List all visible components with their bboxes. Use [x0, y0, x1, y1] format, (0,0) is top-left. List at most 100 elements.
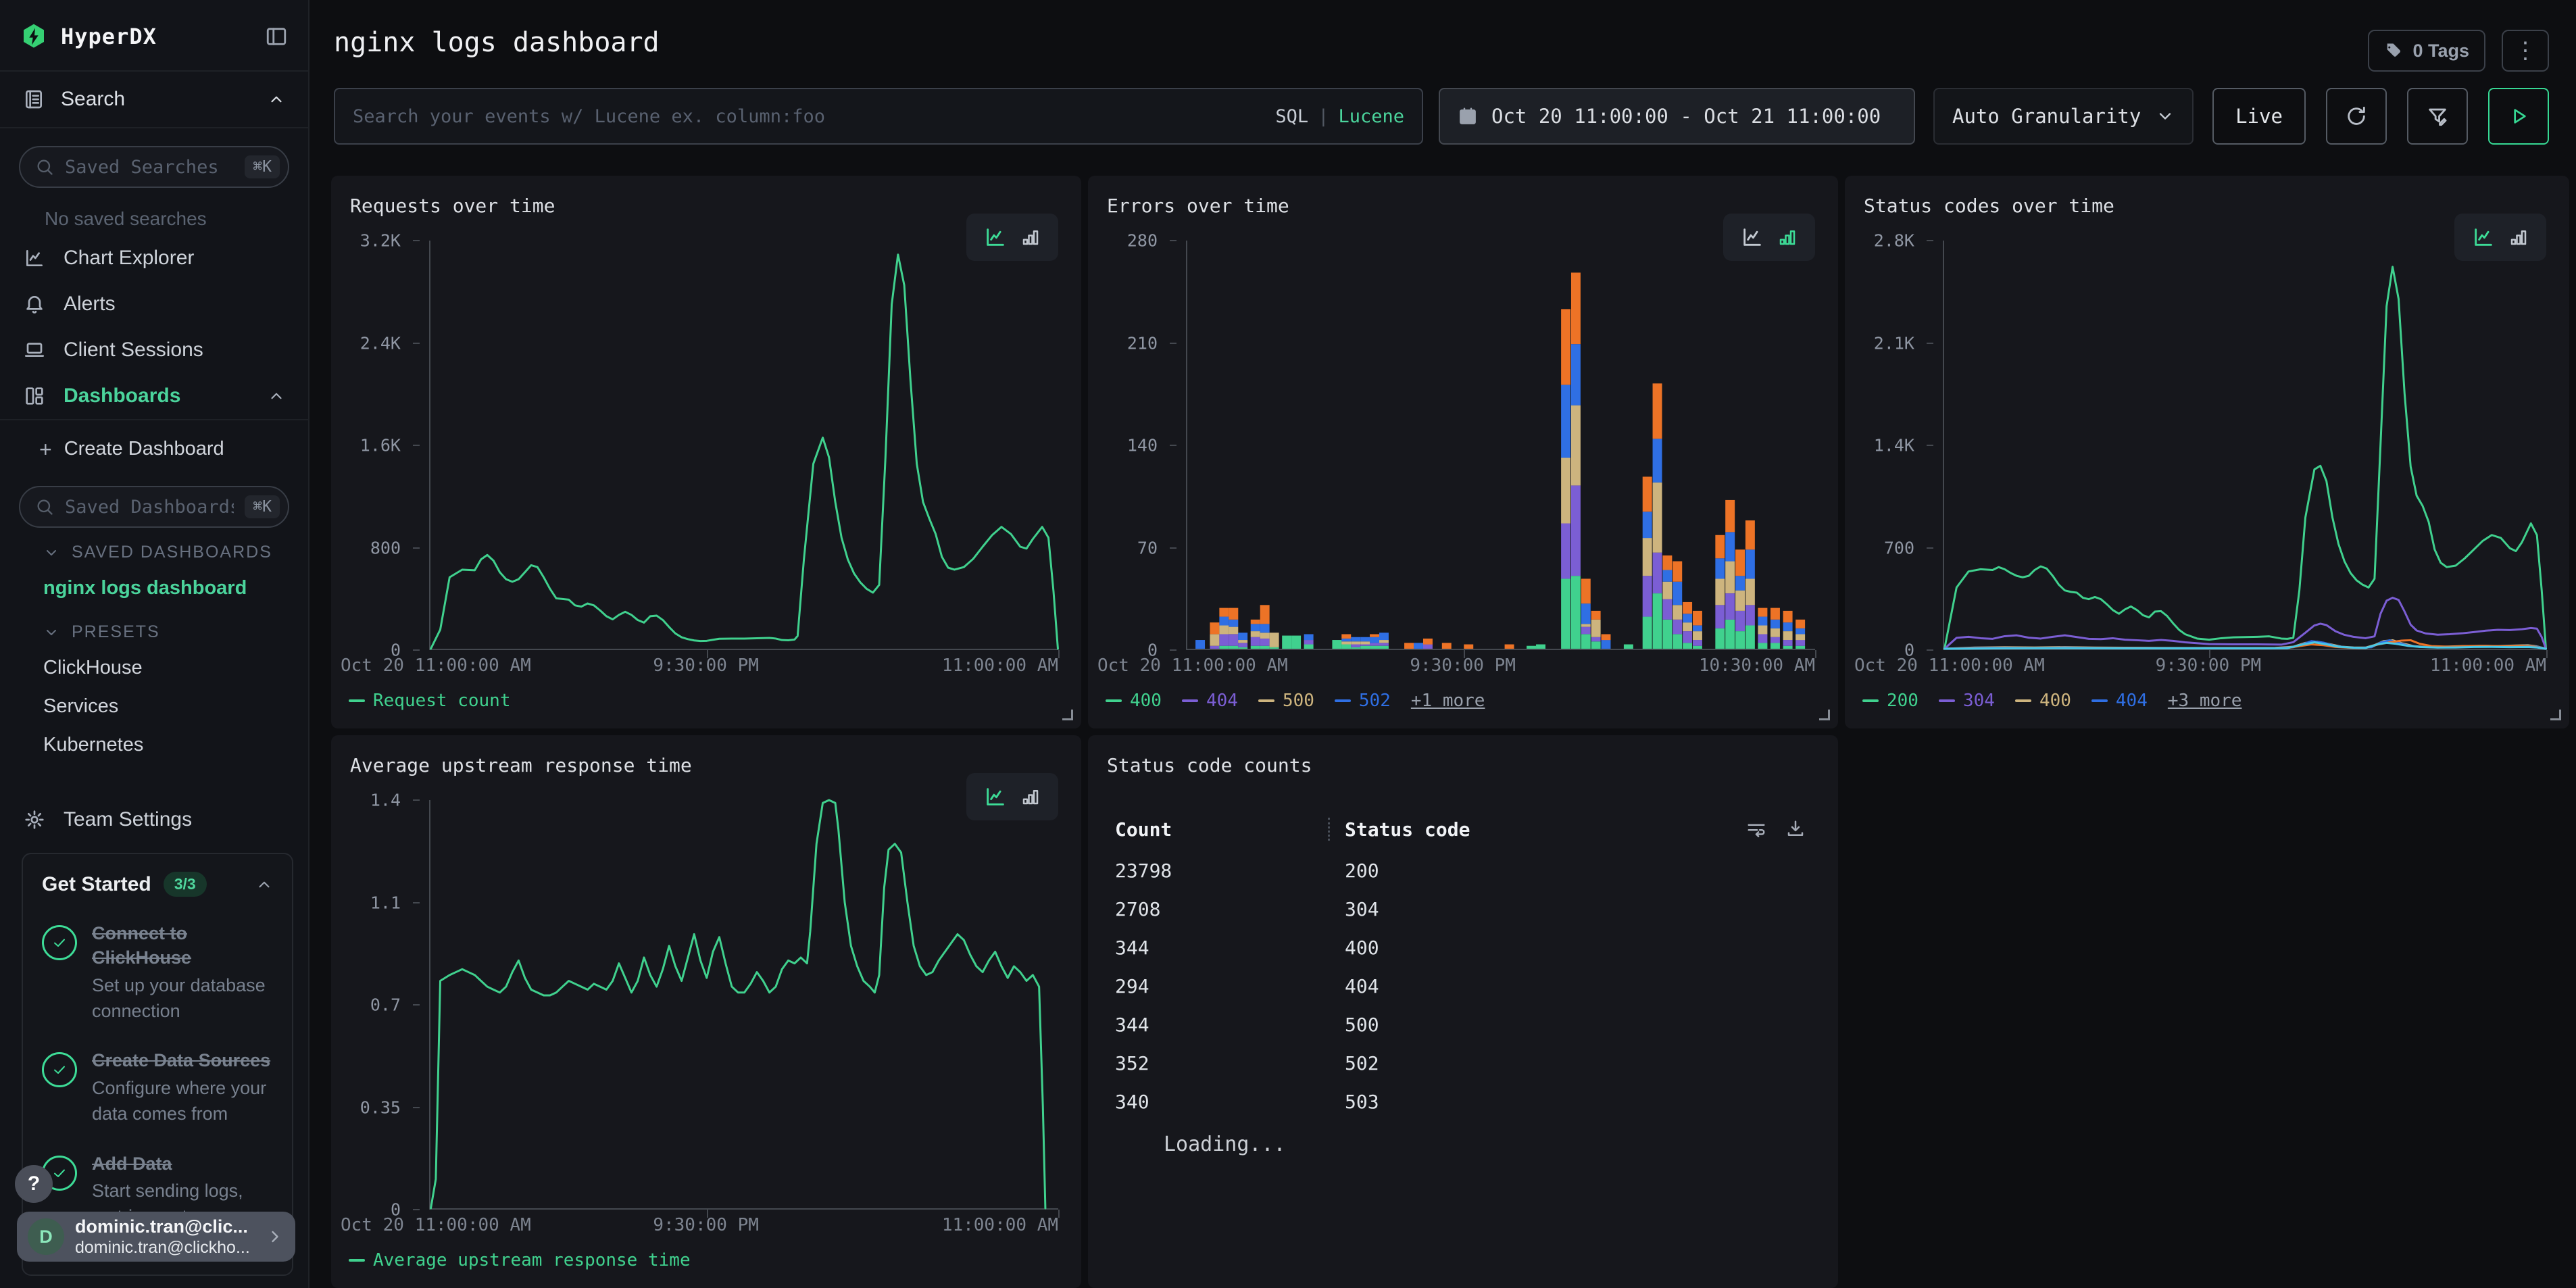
granularity-select[interactable]: Auto Granularity — [1933, 88, 2194, 145]
saved-searches-placeholder: Saved Searches — [65, 157, 234, 178]
filter-edit-icon — [2426, 105, 2449, 128]
cell-status-code: 503 — [1328, 1091, 1379, 1113]
get-started-step-connect[interactable]: Connect to ClickHouse Set up your databa… — [42, 921, 273, 1024]
date-range-picker[interactable]: Oct 20 11:00:00 - Oct 21 11:00:00 — [1439, 88, 1915, 145]
lucene-toggle[interactable]: Lucene — [1338, 106, 1404, 127]
search-icon — [35, 497, 54, 516]
table-row[interactable]: 352502 — [1115, 1044, 1806, 1083]
legend-item[interactable]: 404 — [2091, 691, 2148, 711]
user-account-button[interactable]: D dominic.tran@clic... dominic.tran@clic… — [17, 1212, 295, 1262]
legend-item[interactable]: Request count — [349, 691, 511, 711]
legend-more-link[interactable]: +1 more — [1411, 691, 1485, 711]
legend-item[interactable]: 200 — [1862, 691, 1918, 711]
table-row[interactable]: 340503 — [1115, 1083, 1806, 1121]
legend-item[interactable]: 304 — [1939, 691, 1995, 711]
column-header-status-code[interactable]: Status code — [1345, 818, 1470, 841]
column-resize-handle[interactable] — [1328, 818, 1330, 841]
saved-dashboards-placeholder: Saved Dashboards — [65, 497, 234, 518]
get-started-step-sources[interactable]: Create Data Sources Configure where your… — [42, 1048, 273, 1126]
sidebar-item-client-sessions[interactable]: Client Sessions — [0, 327, 308, 373]
table-row[interactable]: 344400 — [1115, 928, 1806, 967]
language-divider: | — [1308, 106, 1338, 127]
panel-title: Requests over time — [350, 195, 555, 217]
text-wrap-icon[interactable] — [1746, 819, 1766, 839]
sidebar-item-dashboards[interactable]: Dashboards — [0, 373, 308, 419]
panel-resize-handle[interactable] — [2550, 710, 2561, 720]
y-axis-labels: 2.8K2.1K1.4K7000 — [1845, 241, 1933, 650]
user-email: dominic.tran@clickho... — [75, 1237, 250, 1258]
legend-item[interactable]: 400 — [2015, 691, 2071, 711]
chevron-up-icon — [268, 387, 285, 405]
play-icon — [2508, 105, 2529, 127]
chevron-up-icon[interactable] — [255, 876, 273, 893]
dashboard-grid: Requests over time 3.2K2.4K1.6K8000 Oct … — [331, 176, 2569, 1288]
sidebar-item-label: Dashboards — [64, 385, 180, 407]
panel-resize-handle[interactable] — [1819, 710, 1830, 720]
group-saved-dashboards[interactable]: SAVED DASHBOARDS — [0, 528, 308, 569]
panel-title: Average upstream response time — [350, 754, 692, 776]
column-header-count[interactable]: Count — [1115, 818, 1328, 841]
create-dashboard-button[interactable]: + Create Dashboard — [0, 420, 308, 471]
dashboard-menu-button[interactable]: ⋮ — [2502, 30, 2549, 72]
event-search-input[interactable]: Search your events w/ Lucene ex. column:… — [334, 88, 1423, 145]
gear-icon — [23, 809, 46, 831]
plus-icon: + — [39, 439, 52, 460]
sql-toggle[interactable]: SQL — [1275, 106, 1308, 127]
chart-plot-area[interactable] — [429, 241, 1058, 650]
tags-button-label: 0 Tags — [2412, 41, 2469, 61]
step-description: Set up your database connection — [92, 973, 273, 1024]
live-button[interactable]: Live — [2212, 88, 2306, 145]
legend-item[interactable]: 502 — [1335, 691, 1391, 711]
divider — [0, 127, 308, 128]
chart-plot-area[interactable] — [1943, 241, 2546, 650]
sidebar-item-services[interactable]: Services — [0, 687, 308, 726]
sidebar-item-clickhouse[interactable]: ClickHouse — [0, 649, 308, 687]
saved-searches-input[interactable]: Saved Searches ⌘K — [19, 146, 289, 188]
x-axis-labels: Oct 20 11:00:00 AM9:30:00 PM11:00:00 AM — [1943, 655, 2546, 680]
cell-status-code: 304 — [1328, 898, 1379, 920]
panel-title: Status codes over time — [1864, 195, 2114, 217]
sidebar: HyperDX Search Saved Searches ⌘K No save… — [0, 0, 309, 1288]
saved-dashboards-input[interactable]: Saved Dashboards ⌘K — [19, 486, 289, 528]
table-row[interactable]: 2708304 — [1115, 890, 1806, 928]
search-section-icon — [23, 89, 45, 110]
sidebar-header: HyperDX — [0, 0, 308, 70]
sidebar-item-chart-explorer[interactable]: Chart Explorer — [0, 235, 308, 281]
chevron-down-icon — [43, 545, 59, 561]
collapse-sidebar-icon[interactable] — [265, 25, 288, 48]
chart-explorer-icon — [23, 247, 46, 269]
download-icon[interactable] — [1785, 819, 1806, 839]
sidebar-item-team-settings[interactable]: Team Settings — [0, 797, 308, 843]
help-button[interactable]: ? — [15, 1165, 53, 1203]
chart-legend: 200 304 400 404 +3 more — [1862, 691, 2241, 711]
legend-item[interactable]: Average upstream response time — [349, 1250, 691, 1270]
dashboards-icon — [23, 385, 46, 407]
brand-name: HyperDX — [61, 24, 251, 49]
empty-grid-cell — [1845, 735, 2569, 1288]
panel-status-codes-over-time: Status codes over time 2.8K2.1K1.4K7000 … — [1845, 176, 2569, 728]
filter-button[interactable] — [2407, 88, 2468, 145]
chart-plot-area[interactable] — [1186, 241, 1815, 650]
table-row[interactable]: 294404 — [1115, 967, 1806, 1006]
no-saved-searches-label: No saved searches — [0, 188, 308, 235]
sidebar-item-kubernetes[interactable]: Kubernetes — [0, 726, 308, 764]
check-circle-icon — [42, 1052, 77, 1087]
group-presets[interactable]: PRESETS — [0, 608, 308, 649]
legend-item[interactable]: 500 — [1258, 691, 1314, 711]
chart-plot-area[interactable] — [429, 800, 1058, 1210]
legend-more-link[interactable]: +3 more — [2168, 691, 2242, 711]
legend-item[interactable]: 404 — [1182, 691, 1238, 711]
sidebar-item-nginx-logs-dashboard[interactable]: nginx logs dashboard — [0, 569, 308, 608]
sidebar-item-label: Team Settings — [64, 808, 192, 831]
sidebar-item-alerts[interactable]: Alerts — [0, 281, 308, 327]
table-row[interactable]: 23798200 — [1115, 851, 1806, 890]
hyperdx-logo-icon — [20, 23, 47, 50]
legend-item[interactable]: 400 — [1106, 691, 1162, 711]
panel-resize-handle[interactable] — [1062, 710, 1073, 720]
tags-button[interactable]: 0 Tags — [2368, 30, 2485, 72]
event-search-placeholder: Search your events w/ Lucene ex. column:… — [353, 106, 1275, 127]
run-query-button[interactable] — [2488, 88, 2549, 145]
sidebar-section-search[interactable]: Search — [0, 72, 308, 127]
table-row[interactable]: 344500 — [1115, 1006, 1806, 1044]
refresh-button[interactable] — [2326, 88, 2387, 145]
